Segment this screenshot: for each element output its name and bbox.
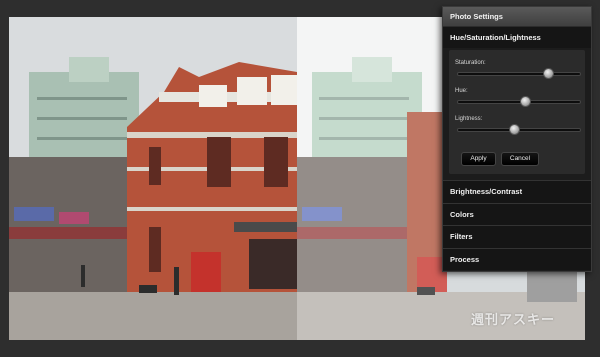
photo-original-half: [9, 17, 297, 340]
photo-settings-panel: Photo Settings Hue/Saturation/Lightness …: [442, 6, 592, 272]
cancel-button[interactable]: Cancel: [501, 152, 539, 166]
hue-slider-thumb[interactable]: [520, 96, 532, 107]
section-header-process[interactable]: Process: [443, 247, 591, 270]
saturation-label: Staturation:: [455, 60, 486, 66]
hue-label: Hue:: [455, 88, 468, 94]
street-scene-image: [9, 17, 297, 340]
section-header-colors[interactable]: Colors: [443, 202, 591, 225]
panel-title[interactable]: Photo Settings: [443, 7, 591, 26]
saturation-slider[interactable]: [457, 68, 581, 79]
lightness-slider-thumb[interactable]: [509, 124, 521, 135]
saturation-slider-thumb[interactable]: [543, 68, 555, 79]
hsl-controls: Staturation: Hue: Lightness: Apply Cance…: [449, 50, 585, 174]
apply-button[interactable]: Apply: [461, 152, 496, 166]
watermark: 週刊アスキー: [470, 313, 555, 328]
section-header-brightness-contrast[interactable]: Brightness/Contrast: [443, 180, 591, 203]
section-header-filters[interactable]: Filters: [443, 225, 591, 248]
hue-slider[interactable]: [457, 96, 581, 107]
section-header-hue-saturation-lightness[interactable]: Hue/Saturation/Lightness: [443, 26, 591, 48]
lightness-label: Lightness:: [455, 116, 483, 122]
lightness-slider[interactable]: [457, 124, 581, 135]
